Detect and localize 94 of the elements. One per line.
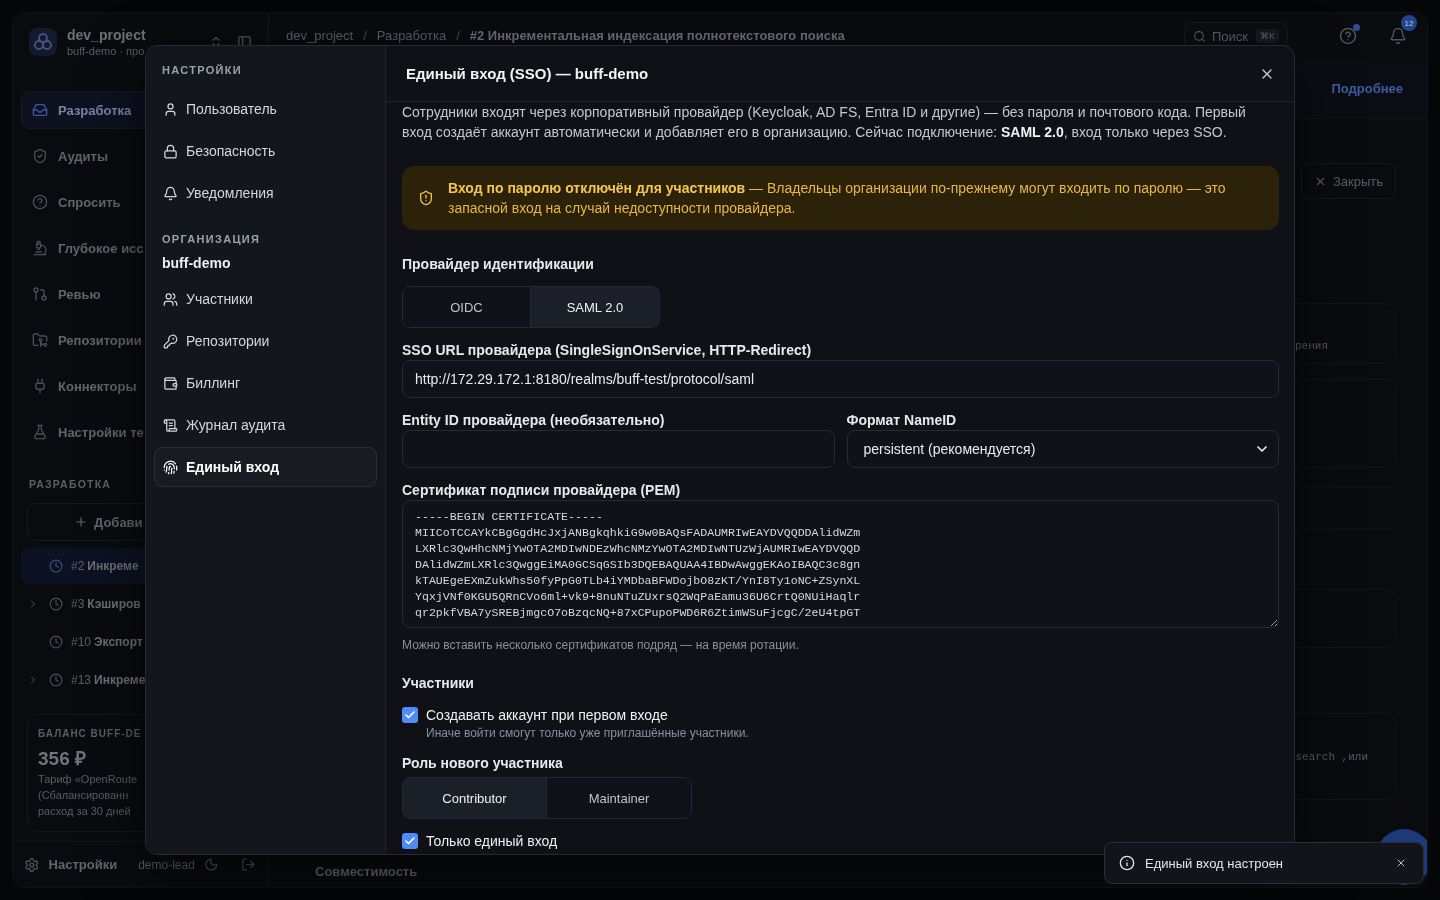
wallet-icon <box>163 375 178 391</box>
balance-detail-text: Тариф «OpenRoute <box>38 772 139 787</box>
microscope-icon <box>32 240 48 256</box>
moon-icon[interactable] <box>203 857 219 872</box>
task-item[interactable]: #3 Кэширов <box>21 586 260 622</box>
user-name: demo-lead <box>138 857 195 872</box>
breadcrumb-link[interactable]: dev_project <box>286 29 354 43</box>
inbox-icon <box>32 102 48 118</box>
settings-link[interactable]: Настройки <box>48 857 118 872</box>
organization-name: buff-demo <box>161 255 232 271</box>
flask-icon <box>32 424 48 440</box>
breadcrumb-link[interactable]: #2 Инкрементальная индексация полнотекстового поиска <box>469 29 845 43</box>
task-item[interactable]: #13 Инкреме <box>21 662 260 698</box>
notification-count: 12 <box>1401 15 1417 31</box>
user-icon <box>163 101 178 117</box>
settings-nav-item[interactable]: Уведомления <box>154 173 377 213</box>
warning-text: Вход по паролю отключён для участников — Владельцы организации по-прежнему могут входить по паролю — это запасной вход на случай недоступности провайдера. <box>448 179 1227 218</box>
field-label: Провайдер идентификации <box>402 256 595 272</box>
clock-icon <box>49 673 63 687</box>
key-icon <box>163 333 178 349</box>
scroll-icon <box>163 417 178 433</box>
plus-icon <box>74 515 88 529</box>
bell-icon <box>163 185 178 201</box>
breadcrumb-link[interactable]: Разработка <box>376 29 447 43</box>
description-text: Сотрудники входят через корпоративный провайдер (Keycloak, AD FS, Entra ID и другие) — без пароля и почтового кода. Первый вход создаёт аккаунт автоматически и добавляет его в организацию. Сейчас подключение: SAML 2.0, вход только через SSO. <box>402 103 1247 142</box>
section-title: Участники <box>402 675 475 691</box>
field-label: SSO URL провайдера (SingleSignOnService, HTTP-Redirect) <box>402 342 813 358</box>
check-icon <box>404 835 416 847</box>
settings-nav-item[interactable]: Участники <box>154 279 377 319</box>
sso-url-field[interactable]: http://172.29.172.1:8180/realms/buff-test/protocol/saml <box>402 360 1279 398</box>
settings-nav-item[interactable]: Журнал аудита <box>154 405 377 445</box>
nav-section-heading: ОРГАНИЗАЦИЯ <box>161 232 262 247</box>
info-icon <box>1119 855 1135 871</box>
code-text: search ,или <box>1295 750 1368 763</box>
checkbox[interactable] <box>402 707 418 723</box>
breadcrumb-separator: / <box>363 29 367 43</box>
lock-icon <box>163 143 178 159</box>
shield-alert-icon <box>418 190 434 206</box>
toast-text: Единый вход настроен <box>1145 855 1284 871</box>
folder-icon <box>32 332 48 348</box>
dialog-title: Единый вход (SSO) — buff-demo <box>406 65 649 82</box>
field-label: Формат NameID <box>846 412 958 428</box>
project-name: dev_project <box>67 26 146 44</box>
balance-detail-text: (Сбалансированн <box>38 788 130 803</box>
shield-check-icon <box>32 148 48 164</box>
help-circle-icon <box>32 194 48 210</box>
clock-icon <box>49 635 63 649</box>
settings-icon[interactable] <box>24 856 40 873</box>
checkbox-label: Только единый вход <box>426 833 558 849</box>
provider-option[interactable]: OIDC <box>403 287 531 327</box>
nameid-format-select[interactable]: persistent (рекомендуется) <box>846 430 1279 468</box>
close-icon <box>1395 857 1407 869</box>
plug-icon <box>32 378 48 394</box>
project-subtitle: buff-demo · про <box>67 43 146 58</box>
bell-icon[interactable] <box>1389 27 1407 45</box>
close-button[interactable]: Закрыть <box>1301 163 1396 199</box>
fingerprint-icon <box>163 459 178 475</box>
clock-icon <box>49 559 63 573</box>
field-label: Сертификат подписи провайдера (PEM) <box>402 482 682 498</box>
hint-text: Можно вставить несколько сертификатов подряд — на время ротации. <box>402 638 800 652</box>
nav-section-heading: НАСТРОЙКИ <box>161 63 243 78</box>
close-button[interactable] <box>1395 857 1407 869</box>
settings-nav-item[interactable]: Биллинг <box>154 363 377 403</box>
logout-icon[interactable] <box>241 857 256 872</box>
certificate-field[interactable]: -----BEGIN CERTIFICATE----- MIICoTCCAYkCBgGgdHcJxjANBgkqhkiG9w0BAQsFADAUMRIwEAYDVQQDDAlidWZm LXRlc3QwHhcNMjYwOTA2MDIwNDEzWhcNMzYwOTA2MDIwNTUzWjAUMRIwEAYDVQQD DAlidWZmLXRlc3QwggEiMA0GCSqGSIb3DQEBAQUAA4IBDwAwggEKAoIBAQC3c8gn kTAUEgeEXmZukWhs50fyPpG0TLb4iYMDbaBFWDojbO8zKT/YnI8Ty1oNC+ZSynXL YqxjVNf0KGU5QRnCVo6ml+vk9+8nuNTuZUxrsQ2WqPaEamu36U6CrtQ0NUiHaqlr qr2pkfVBA7ySREBjmgcO7oBzqcNQ+87xCPupoPWD6R6ZtimWSuFjcgC/2eU4tpGT <box>402 500 1279 628</box>
breadcrumb-separator: / <box>456 29 460 43</box>
checkbox-label: Создавать аккаунт при первом входе <box>426 707 669 723</box>
task-item[interactable]: #10 Экспорт <box>21 624 260 660</box>
entity-id-field[interactable] <box>402 430 835 468</box>
balance-title: БАЛАНС BUFF-DE <box>38 727 143 741</box>
keyboard-shortcut: ⌘K <box>1256 29 1279 43</box>
status-dot-icon <box>1353 24 1360 31</box>
settings-nav-item[interactable]: Безопасность <box>154 131 377 171</box>
provider-option[interactable]: SAML 2.0 <box>531 287 659 327</box>
hint-text: Иначе войти смогут только уже приглашённые участники. <box>426 726 749 740</box>
clock-icon <box>49 597 63 611</box>
checkbox[interactable] <box>402 833 418 849</box>
bottom-tab[interactable]: Совместимость <box>315 863 418 879</box>
role-option[interactable]: Contributor <box>403 778 547 818</box>
help-icon[interactable] <box>1339 27 1357 45</box>
settings-nav-item[interactable]: Единый вход <box>154 447 377 487</box>
card-text: рения <box>1295 339 1328 352</box>
balance-amount: 356 ₽ <box>38 747 87 771</box>
pull-request-icon <box>32 286 48 302</box>
logo-icon <box>29 28 57 56</box>
more-link[interactable]: Подробнее <box>1331 81 1403 96</box>
field-label: Entity ID провайдера (необязательно) <box>402 412 666 428</box>
settings-nav-item[interactable]: Репозитории <box>154 321 377 361</box>
field-label: Роль нового участника <box>402 755 564 771</box>
search-icon <box>1193 29 1206 43</box>
users-icon <box>163 291 178 307</box>
section-heading: РАЗРАБОТКА <box>29 477 113 492</box>
check-icon <box>404 709 416 721</box>
balance-detail-text: расход за 30 дней <box>38 804 132 819</box>
